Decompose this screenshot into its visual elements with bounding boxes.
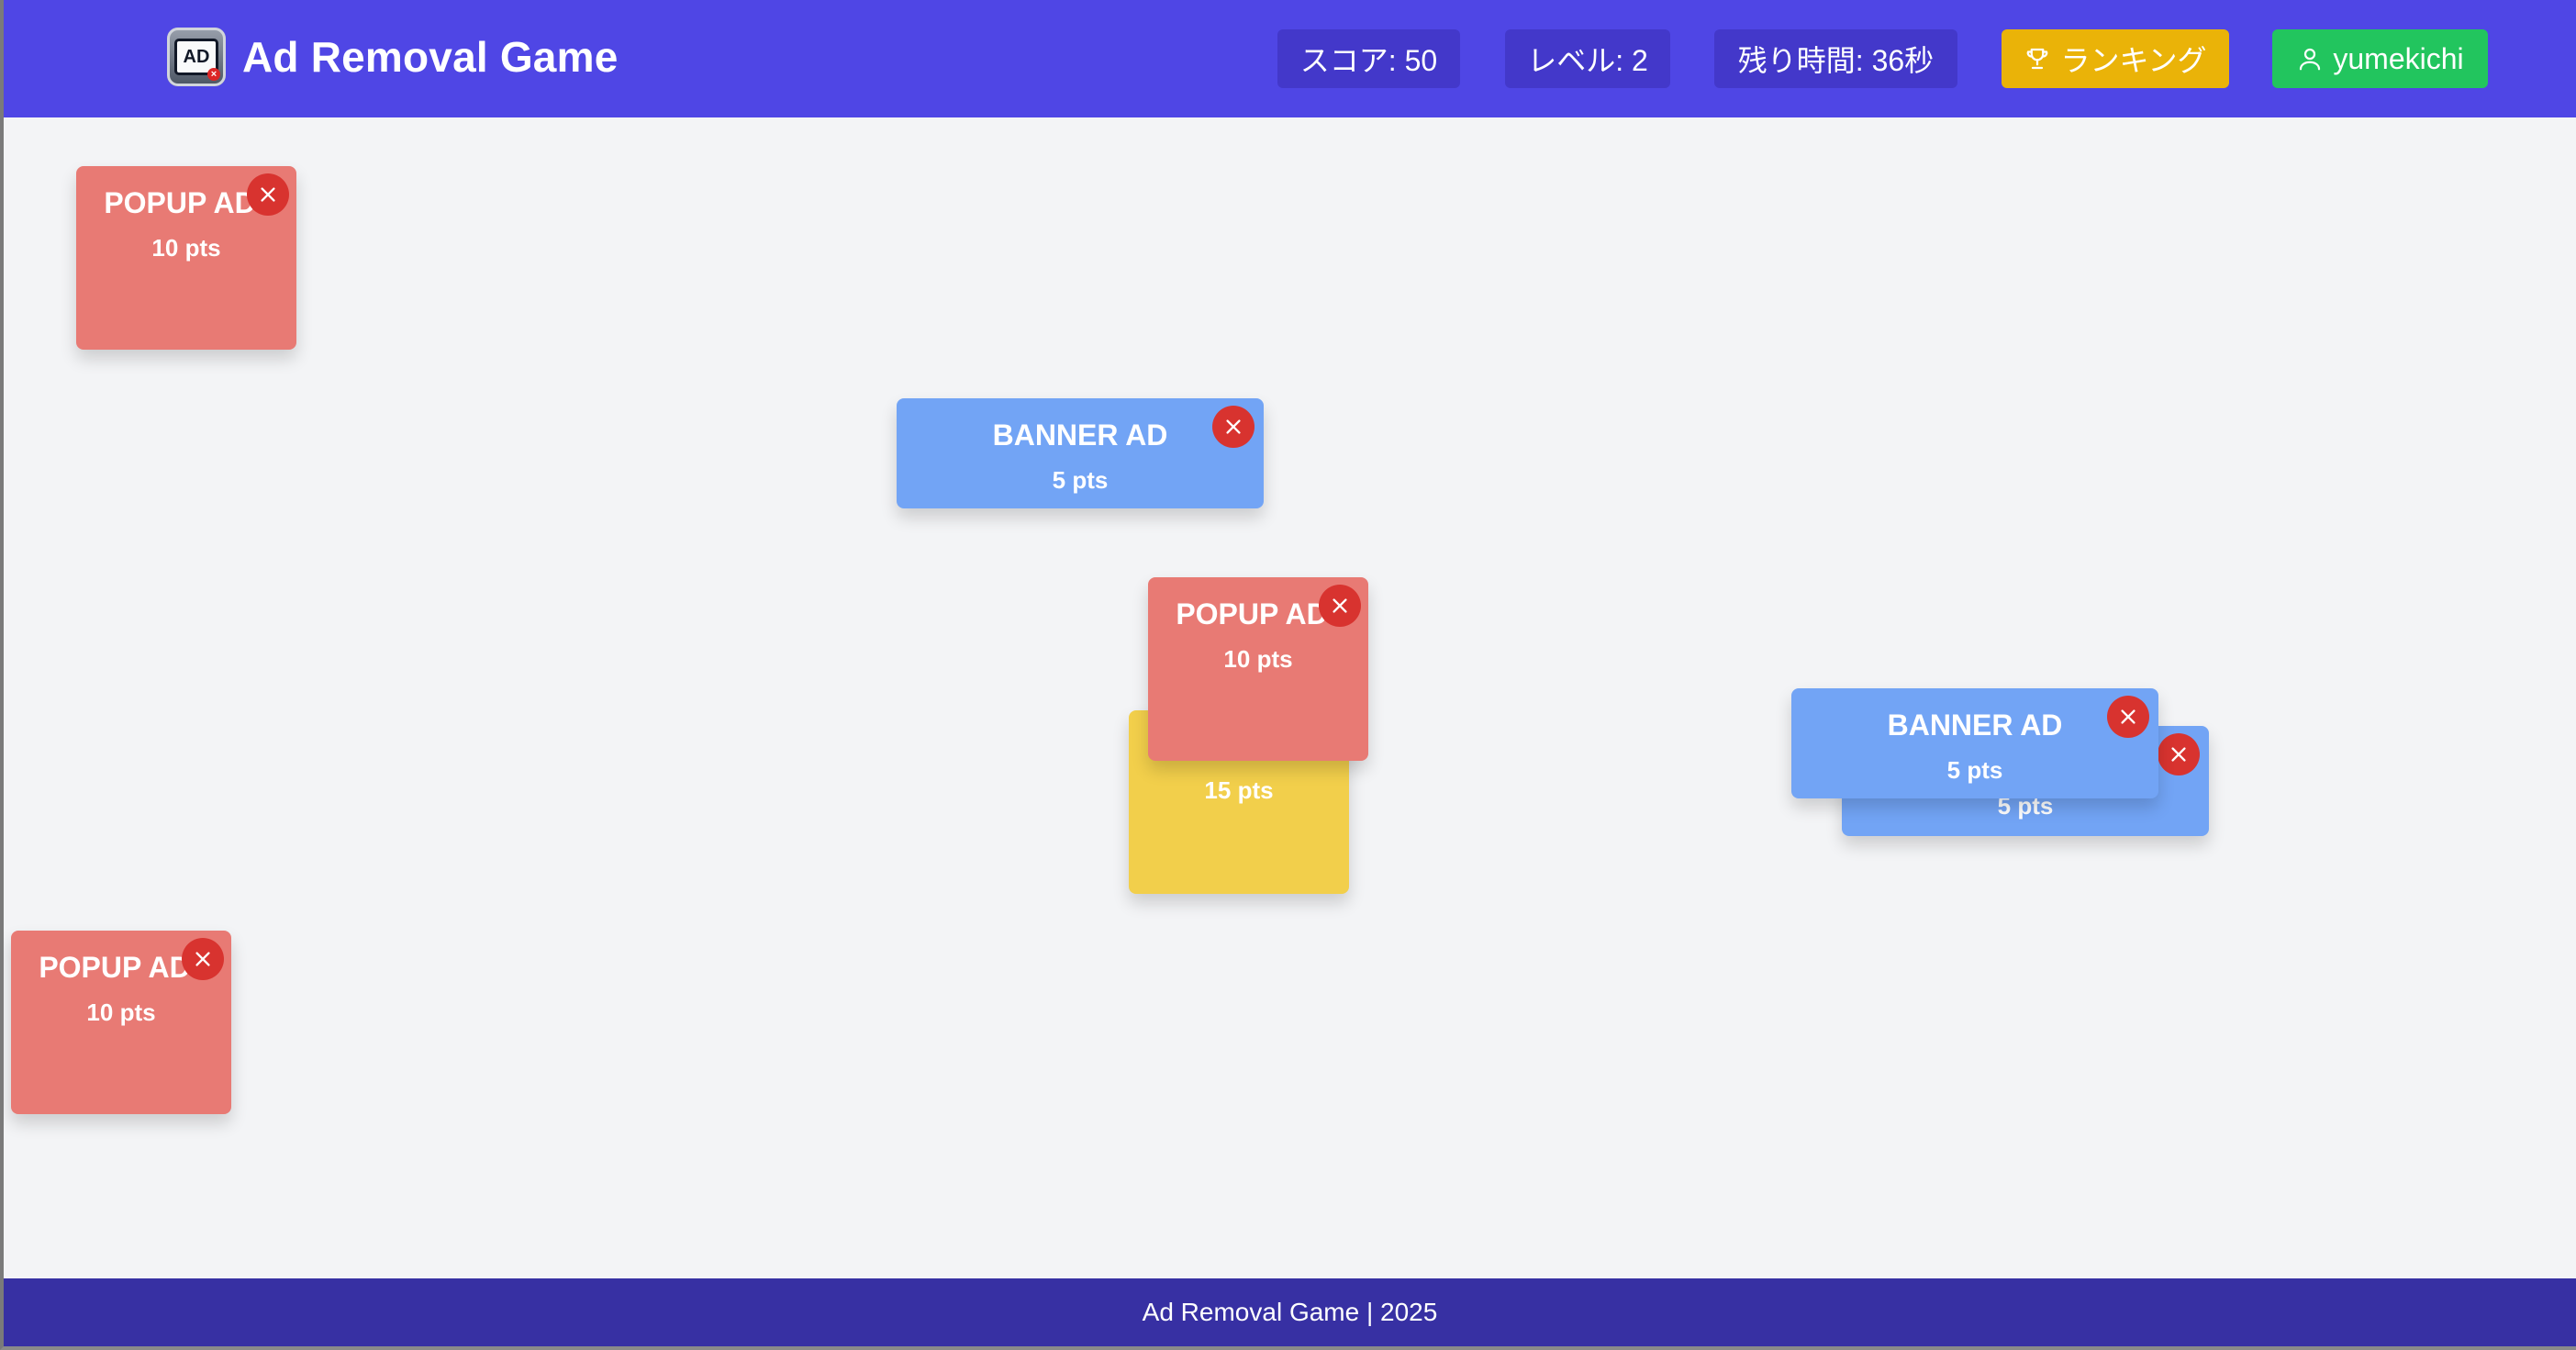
close-icon[interactable] bbox=[2107, 696, 2149, 738]
timer-display: 残り時間: 36秒 bbox=[1714, 29, 1957, 88]
banner-ad[interactable]: BANNER AD 5 pts bbox=[897, 398, 1264, 508]
close-icon[interactable] bbox=[1319, 585, 1361, 627]
ranking-button[interactable]: ランキング bbox=[2002, 29, 2229, 88]
user-icon bbox=[2300, 48, 2321, 71]
close-icon[interactable] bbox=[247, 173, 289, 216]
logo-x-icon: × bbox=[207, 68, 220, 81]
footer-text: Ad Removal Game | 2025 bbox=[1142, 1298, 1438, 1326]
ad-points: 10 pts bbox=[1223, 645, 1293, 673]
popup-ad[interactable]: POPUP AD 10 pts bbox=[76, 166, 296, 350]
ad-title: BANNER AD bbox=[1887, 708, 2063, 742]
banner-ad[interactable]: BANNER AD 5 pts bbox=[1791, 688, 2158, 798]
ranking-label: ランキング bbox=[2060, 44, 2207, 77]
ad-points: 5 pts bbox=[1052, 466, 1109, 494]
user-button[interactable]: yumekichi bbox=[2272, 29, 2488, 88]
close-icon[interactable] bbox=[182, 938, 224, 980]
brand: AD × Ad Removal Game bbox=[167, 28, 618, 86]
level-display: レベル: 2 bbox=[1505, 29, 1670, 88]
app-title: Ad Removal Game bbox=[242, 33, 619, 81]
ad-points: 15 pts bbox=[1204, 776, 1274, 804]
popup-ad[interactable]: POPUP AD 10 pts bbox=[11, 931, 231, 1114]
close-icon[interactable] bbox=[1212, 406, 1255, 448]
ad-points: 10 pts bbox=[86, 999, 156, 1026]
ad-logo-icon: AD × bbox=[167, 28, 226, 86]
ad-points: 10 pts bbox=[151, 234, 221, 262]
score-display: スコア: 50 bbox=[1277, 29, 1460, 88]
username-label: yumekichi bbox=[2333, 41, 2464, 75]
close-icon[interactable] bbox=[2158, 733, 2200, 775]
trophy-icon bbox=[2027, 48, 2048, 70]
ad-title: BANNER AD bbox=[992, 418, 1168, 452]
ad-points: 5 pts bbox=[1946, 756, 2003, 784]
game-field: POPUP AD 10 pts BANNER AD 5 pts 15 pts P… bbox=[4, 117, 2576, 1279]
popup-ad[interactable]: POPUP AD 10 pts bbox=[1148, 577, 1368, 761]
top-bar: AD × Ad Removal Game スコア: 50 レベル: 2 残り時間… bbox=[4, 0, 2576, 117]
footer: Ad Removal Game | 2025 bbox=[4, 1278, 2576, 1346]
